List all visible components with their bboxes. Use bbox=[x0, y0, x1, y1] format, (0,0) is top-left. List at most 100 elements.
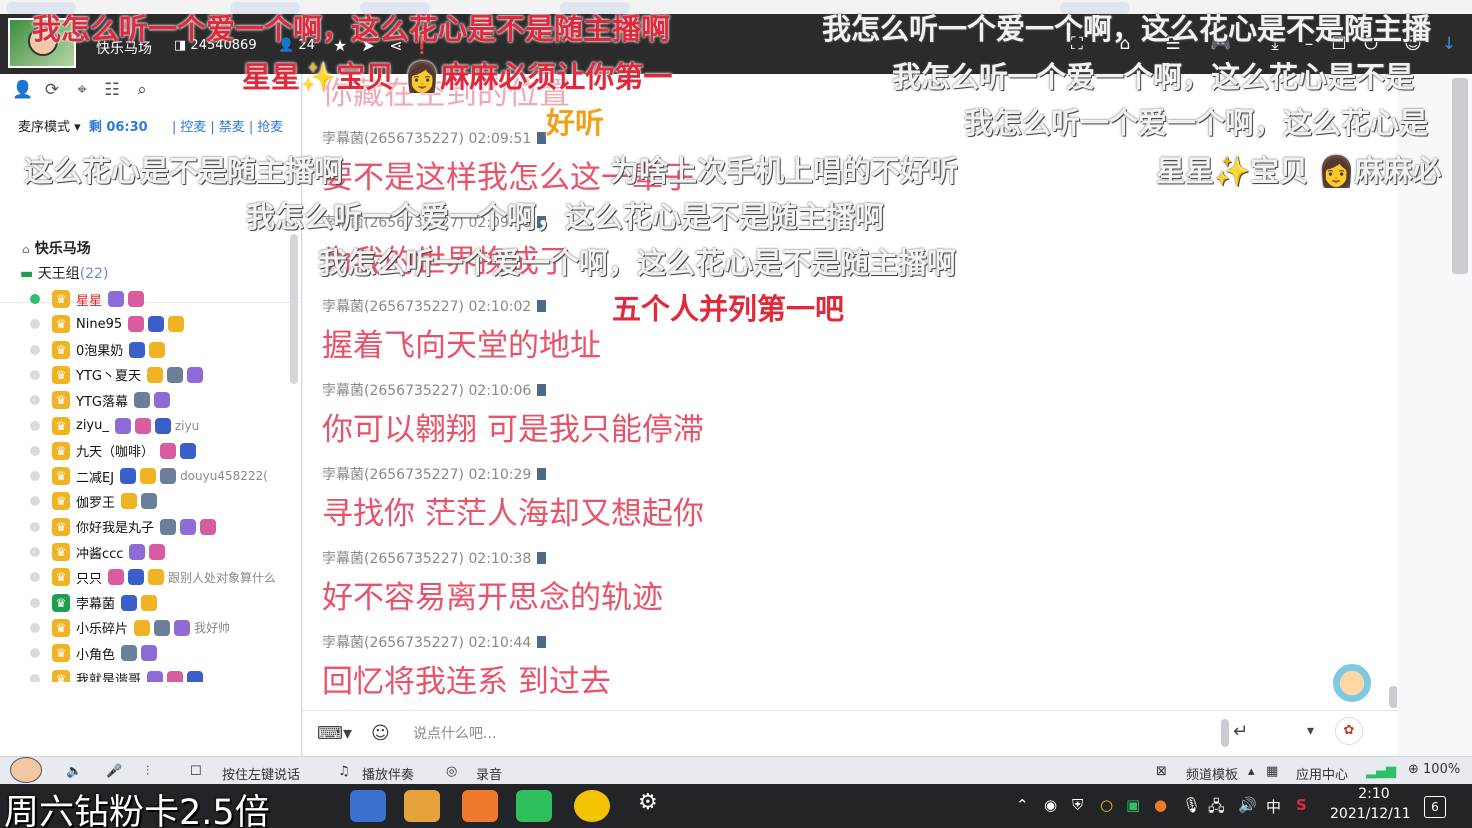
status-dot bbox=[30, 369, 40, 380]
record-button[interactable]: 录音 bbox=[476, 764, 502, 783]
play-music-button[interactable]: 播放伴奏 bbox=[362, 764, 414, 783]
msg-time: 02:10:44 bbox=[468, 635, 532, 651]
app-icon-editor[interactable] bbox=[462, 790, 498, 822]
wechat-icon[interactable] bbox=[516, 790, 552, 822]
clock-time[interactable]: 2:10 bbox=[1354, 786, 1394, 802]
chevron-up-icon[interactable]: ▴ bbox=[1248, 764, 1255, 779]
gamepad-emoji-button[interactable]: ⌨▾ bbox=[317, 723, 352, 744]
app-icon-browser[interactable] bbox=[350, 790, 386, 822]
sogou-icon[interactable]: S bbox=[1296, 796, 1307, 814]
msg-sender: 孛幕菌(2656735227) bbox=[322, 131, 464, 147]
music-icon[interactable]: ♫ bbox=[338, 764, 350, 779]
member-item[interactable]: ♛ 二减EJ douyu458222( bbox=[30, 465, 268, 487]
channel-tree: ⌂ 快乐马场 ▬ 天王组(22) ♛ 星星 ♛ Nine95 ♛ 0泡果奶 ♛ YTG丶夏天 ♛… bbox=[0, 234, 290, 682]
chat-input-row: ⌨▾ ☺ ↵ ▾ ✿ bbox=[303, 710, 1397, 756]
badge-icon bbox=[174, 619, 191, 636]
member-item[interactable]: ♛ 0泡果奶 bbox=[30, 339, 169, 361]
rose-gift-icon[interactable]: ✿ bbox=[1335, 717, 1363, 745]
location-icon[interactable]: ⌖ bbox=[72, 80, 92, 100]
app-icon-yy[interactable] bbox=[404, 790, 440, 822]
member-nick: 二减EJ bbox=[76, 470, 115, 486]
msg-time: 02:10:06 bbox=[468, 383, 532, 399]
volume-icon[interactable]: 🔊 bbox=[1238, 796, 1257, 814]
msg-meta: 孛幕菌(2656735227) 02:10:29 bbox=[322, 464, 547, 484]
member-item[interactable]: ♛ 我就是谐哥 bbox=[30, 668, 207, 682]
member-item[interactable]: ♛ 只只 跟别人处对象算什么 bbox=[30, 566, 276, 588]
template-icon[interactable]: ⊠ bbox=[1156, 764, 1167, 779]
member-signature: 跟别人处对象算什么 bbox=[168, 570, 277, 585]
my-avatar[interactable] bbox=[10, 757, 42, 783]
mic-icon[interactable]: 🎤 bbox=[106, 764, 122, 779]
phone-icon bbox=[537, 552, 547, 564]
danmaku: 我怎么听一个爱一个啊，这么花心是不是随主播啊 bbox=[318, 246, 957, 280]
member-item[interactable]: ♛ YTG丶夏天 bbox=[30, 364, 207, 386]
chevron-down-icon[interactable]: ▾ bbox=[1307, 723, 1314, 739]
badge-icon bbox=[154, 619, 171, 636]
app-icon-music[interactable] bbox=[574, 790, 610, 822]
notification-count[interactable]: 6 bbox=[1424, 796, 1446, 818]
send-icon[interactable]: ↵ bbox=[1233, 721, 1248, 742]
mic-mode[interactable]: 麦序模式 ▾ 剩 06:30 bbox=[18, 116, 148, 135]
shield-icon[interactable]: ⛨ bbox=[1072, 796, 1083, 814]
tree-group[interactable]: ▬ 天王组(22) bbox=[20, 263, 108, 283]
chat-input[interactable] bbox=[413, 721, 1203, 747]
nvidia-icon[interactable]: ▣ bbox=[1126, 796, 1140, 814]
user-icon[interactable]: 👤 bbox=[12, 80, 33, 100]
input-scrollbar[interactable] bbox=[1221, 719, 1229, 747]
speaker-icon[interactable]: 🔈 bbox=[66, 764, 82, 779]
face-icon[interactable]: ☺ bbox=[371, 723, 390, 744]
mascot-avatar[interactable] bbox=[1331, 662, 1373, 704]
badge-icon bbox=[149, 341, 166, 358]
status-dot bbox=[30, 572, 40, 583]
msg-meta: 孛幕菌(2656735227) 02:09:51 bbox=[322, 128, 547, 148]
role-icon: ♛ bbox=[52, 593, 70, 612]
clock-date[interactable]: 2021/12/11 bbox=[1330, 806, 1411, 822]
member-item[interactable]: ♛ 冲酱ccc bbox=[30, 541, 169, 563]
member-item[interactable]: ♛ 孛幕菌 bbox=[30, 592, 161, 614]
download-icon[interactable]: ↓ bbox=[1436, 34, 1462, 54]
record-icon[interactable]: ◎ bbox=[446, 764, 457, 779]
settings-icon[interactable]: ⚙ bbox=[638, 790, 658, 815]
mic-tray-icon[interactable]: 🎙 bbox=[1182, 796, 1201, 814]
ime-indicator[interactable]: 中 bbox=[1266, 796, 1281, 817]
member-item[interactable]: ♛ 小角色 bbox=[30, 642, 161, 664]
notes-icon[interactable]: ☷ bbox=[102, 80, 122, 100]
danmaku: 星星✨宝贝 👩麻麻必须让你第一 bbox=[242, 54, 672, 96]
ban-mic-link[interactable]: 禁麦 bbox=[219, 120, 245, 135]
badge-icon bbox=[200, 518, 217, 535]
member-item[interactable]: ♛ YTG落幕 bbox=[30, 389, 174, 411]
grab-mic-link[interactable]: 抢麦 bbox=[257, 120, 283, 135]
member-item[interactable]: ♛ 九天（咖啡） bbox=[30, 440, 200, 462]
phone-icon bbox=[537, 636, 547, 648]
zoom-level[interactable]: ⊕ 100% bbox=[1408, 762, 1460, 777]
member-item[interactable]: ♛ Nine95 bbox=[30, 313, 188, 335]
search-icon[interactable]: ⌕ bbox=[132, 80, 152, 100]
mic-actions: | 控麦 | 禁麦 | 抢麦 bbox=[172, 120, 284, 135]
tray-app-icon[interactable]: ◉ bbox=[1044, 796, 1057, 814]
refresh-icon[interactable]: ⟳ bbox=[42, 80, 62, 100]
member-item[interactable]: ♛ ziyu_ ziyu bbox=[30, 415, 199, 437]
tree-root[interactable]: ⌂ 快乐马场 bbox=[22, 238, 91, 258]
member-item[interactable]: ♛ 星星 bbox=[30, 288, 148, 310]
status-dot bbox=[30, 420, 40, 431]
tray-circle-icon[interactable]: ○ bbox=[1100, 796, 1113, 814]
channel-template-button[interactable]: 频道模板 bbox=[1186, 764, 1238, 783]
apps-icon[interactable]: ▦ bbox=[1266, 764, 1278, 779]
right-scrollbar[interactable] bbox=[1452, 78, 1468, 274]
tree-scrollbar[interactable] bbox=[290, 234, 298, 384]
tray-expand-icon[interactable]: ⌃ bbox=[1016, 796, 1029, 814]
push-to-talk-checkbox[interactable]: ☐ bbox=[190, 764, 202, 779]
control-mic-link[interactable]: 控麦 bbox=[180, 120, 206, 135]
chat-scrollbar[interactable] bbox=[1389, 686, 1397, 708]
member-item[interactable]: ♛ 伽罗王 bbox=[30, 490, 161, 512]
member-item[interactable]: ♛ 小乐碎片 我好帅 bbox=[30, 617, 230, 639]
msg-meta: 孛幕菌(2656735227) 02:10:02 bbox=[322, 296, 547, 316]
firefox-icon[interactable]: ● bbox=[1154, 796, 1167, 814]
equalizer-icon[interactable]: ⫶ bbox=[146, 764, 149, 779]
badge-icon bbox=[160, 518, 177, 535]
danmaku-text: 星星✨宝贝 bbox=[242, 60, 395, 94]
network-icon[interactable]: 🖧 bbox=[1208, 796, 1225, 821]
member-item[interactable]: ♛ 你好我是丸子 bbox=[30, 516, 220, 538]
badge-icon bbox=[148, 569, 165, 586]
app-center-button[interactable]: 应用中心 bbox=[1296, 764, 1348, 783]
